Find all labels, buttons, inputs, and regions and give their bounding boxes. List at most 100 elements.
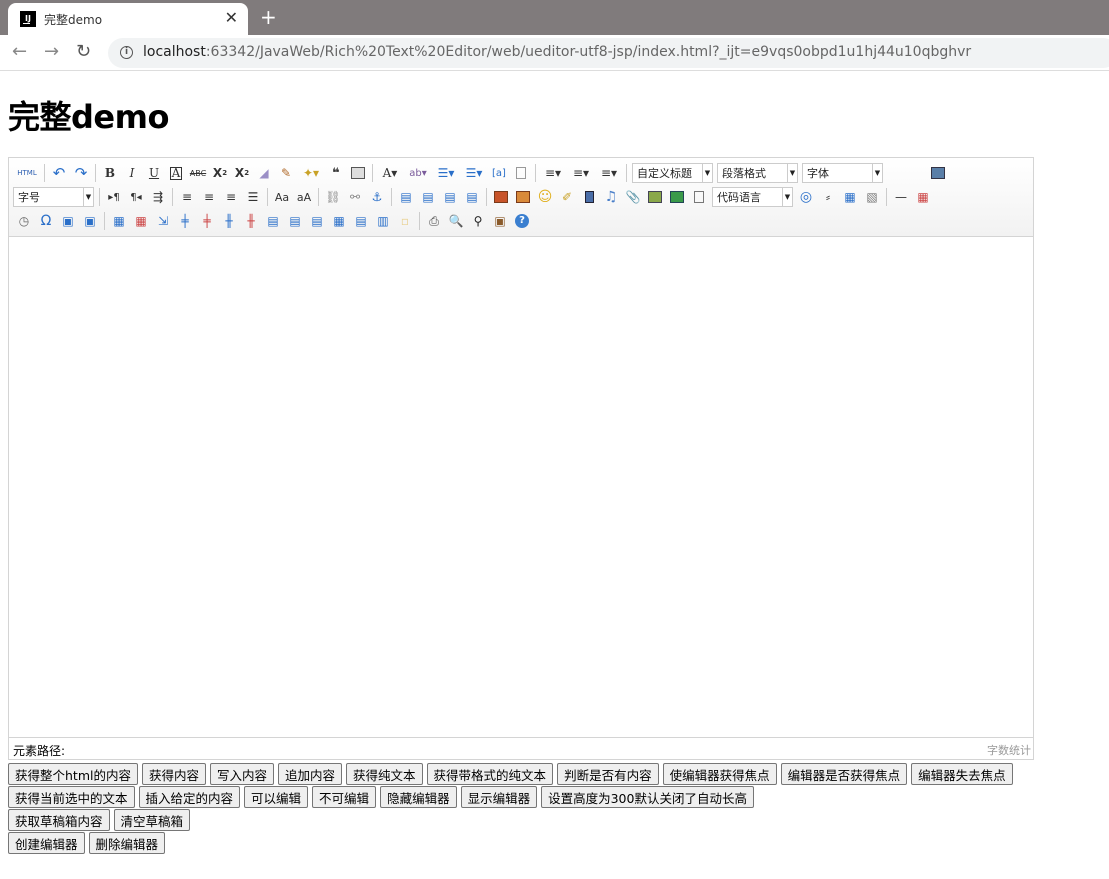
- italic-icon[interactable]: I: [121, 163, 143, 183]
- autotypeset-icon[interactable]: ✦▾: [297, 163, 325, 183]
- simple-upload-icon[interactable]: [490, 187, 512, 207]
- redo-icon[interactable]: ↷: [70, 163, 92, 183]
- justify-center-icon[interactable]: ≡: [198, 187, 220, 207]
- new-tab-icon[interactable]: +: [260, 5, 277, 29]
- blur-button[interactable]: 编辑器失去焦点: [911, 763, 1013, 785]
- horizontal-rule-icon[interactable]: —: [890, 187, 912, 207]
- split-to-rows-icon[interactable]: ▤: [350, 211, 372, 231]
- url-text[interactable]: localhost:63342/JavaWeb/Rich%20Text%20Ed…: [143, 44, 971, 60]
- paragraph-select[interactable]: 段落格式 ▼: [717, 163, 798, 183]
- merge-cells-icon[interactable]: ▤: [262, 211, 284, 231]
- date-icon[interactable]: ▦: [912, 187, 934, 207]
- delete-row-icon[interactable]: ╪: [196, 211, 218, 231]
- link-icon[interactable]: ⛓: [322, 187, 344, 207]
- enable-editor-button[interactable]: 可以编辑: [244, 786, 309, 808]
- clear-doc-icon[interactable]: [510, 163, 532, 183]
- justify-left-icon[interactable]: ≡: [176, 187, 198, 207]
- hide-editor-button[interactable]: 隐藏编辑器: [380, 786, 457, 808]
- scrawl-icon[interactable]: ✐: [556, 187, 578, 207]
- lineheight-icon[interactable]: ≡▾: [595, 163, 623, 183]
- unlink-icon[interactable]: ⚯: [344, 187, 366, 207]
- insert-image-icon[interactable]: [512, 187, 534, 207]
- create-editor-button[interactable]: 创建编辑器: [8, 832, 85, 854]
- touppercase-icon[interactable]: Aa: [271, 187, 293, 207]
- blockquote-icon[interactable]: ❝: [325, 163, 347, 183]
- merge-right-icon[interactable]: ▤: [284, 211, 306, 231]
- paste-plain-icon[interactable]: [347, 163, 369, 183]
- subscript-icon[interactable]: X2: [231, 163, 253, 183]
- set-height-button[interactable]: 设置高度为300默认关闭了自动长高: [541, 786, 754, 808]
- image-left-icon[interactable]: ▤: [417, 187, 439, 207]
- format-match-icon[interactable]: ✎: [275, 163, 297, 183]
- get-all-html-button[interactable]: 获得整个html的内容: [8, 763, 138, 785]
- ordered-list-icon[interactable]: ☰▾: [432, 163, 460, 183]
- gmap-icon[interactable]: [666, 187, 688, 207]
- print-icon[interactable]: ⎙: [423, 211, 445, 231]
- indent-icon[interactable]: ⇶: [147, 187, 169, 207]
- image-right-icon[interactable]: ▤: [439, 187, 461, 207]
- underline-icon[interactable]: U: [143, 163, 165, 183]
- custom-style-select[interactable]: 自定义标题 ▼: [632, 163, 713, 183]
- search-replace-icon[interactable]: ▣: [79, 211, 101, 231]
- unordered-list-icon[interactable]: ☰▾: [460, 163, 488, 183]
- backcolor-icon[interactable]: ab▾: [404, 163, 432, 183]
- close-tab-icon[interactable]: ✕: [225, 8, 238, 27]
- append-content-button[interactable]: 追加内容: [278, 763, 343, 785]
- charts-icon[interactable]: ▫: [394, 211, 416, 231]
- anchor-icon[interactable]: ⚓: [366, 187, 388, 207]
- strikethrough-icon[interactable]: ABC: [187, 163, 209, 183]
- merge-down-icon[interactable]: ▤: [306, 211, 328, 231]
- pagebreak-icon[interactable]: ⸗: [817, 187, 839, 207]
- browser-tab[interactable]: IJ 完整demo ✕: [8, 3, 248, 35]
- font-family-select[interactable]: 字体 ▼: [802, 163, 883, 183]
- forecolor-icon[interactable]: A▾: [376, 163, 404, 183]
- insert-row-icon[interactable]: ╪: [174, 211, 196, 231]
- webapp-icon[interactable]: ◎: [795, 187, 817, 207]
- rtl-icon[interactable]: ¶◂: [125, 187, 147, 207]
- background-icon[interactable]: ▧: [861, 187, 883, 207]
- split-to-cells-icon[interactable]: ▦: [328, 211, 350, 231]
- justify-right-icon[interactable]: ≡: [220, 187, 242, 207]
- insert-video-icon[interactable]: [578, 187, 600, 207]
- get-draft-button[interactable]: 获取草稿箱内容: [8, 809, 110, 831]
- get-plain-text-button[interactable]: 获得纯文本: [346, 763, 423, 785]
- attachment-icon[interactable]: 📎: [622, 187, 644, 207]
- fullscreen-icon[interactable]: [927, 163, 949, 183]
- delete-table-icon[interactable]: ▦: [130, 211, 152, 231]
- emotion-icon[interactable]: ☺: [534, 187, 556, 207]
- font-size-select[interactable]: 字号 ▼: [13, 187, 94, 207]
- tolowercase-icon[interactable]: aA: [293, 187, 315, 207]
- get-content-button[interactable]: 获得内容: [141, 763, 206, 785]
- split-to-cols-icon[interactable]: ▥: [372, 211, 394, 231]
- has-content-button[interactable]: 判断是否有内容: [557, 763, 659, 785]
- insert-col-icon[interactable]: ╫: [218, 211, 240, 231]
- get-formatted-plain-text-button[interactable]: 获得带格式的纯文本: [426, 763, 554, 785]
- wordimage-icon[interactable]: ▣: [57, 211, 79, 231]
- help-icon[interactable]: ?: [511, 211, 533, 231]
- font-border-icon[interactable]: A: [165, 163, 187, 183]
- insert-frame-icon[interactable]: [688, 187, 710, 207]
- ltr-icon[interactable]: ▸¶: [103, 187, 125, 207]
- address-bar[interactable]: i localhost:63342/JavaWeb/Rich%20Text%20…: [108, 38, 1109, 68]
- disable-editor-button[interactable]: 不可编辑: [312, 786, 377, 808]
- delete-col-icon[interactable]: ╫: [240, 211, 262, 231]
- superscript-icon[interactable]: X2: [209, 163, 231, 183]
- rowspacing-bottom-icon[interactable]: ≡▾: [567, 163, 595, 183]
- delete-editor-button[interactable]: 删除编辑器: [88, 832, 166, 854]
- forward-icon[interactable]: →: [44, 41, 59, 62]
- image-none-icon[interactable]: ▤: [395, 187, 417, 207]
- code-language-select[interactable]: 代码语言 ▼: [712, 187, 793, 207]
- insert-paragraph-before-table-icon[interactable]: ⇲: [152, 211, 174, 231]
- clear-draft-button[interactable]: 清空草稿箱: [113, 809, 191, 831]
- map-icon[interactable]: [644, 187, 666, 207]
- image-center-icon[interactable]: ▤: [461, 187, 483, 207]
- remove-format-icon[interactable]: ◢: [253, 163, 275, 183]
- set-focus-button[interactable]: 使编辑器获得焦点: [662, 763, 777, 785]
- is-focus-button[interactable]: 编辑器是否获得焦点: [780, 763, 908, 785]
- show-editor-button[interactable]: 显示编辑器: [460, 786, 538, 808]
- set-content-button[interactable]: 写入内容: [210, 763, 275, 785]
- bold-icon[interactable]: B: [99, 163, 121, 183]
- special-chars-icon[interactable]: Ω: [35, 211, 57, 231]
- justify-full-icon[interactable]: ☰: [242, 187, 264, 207]
- insert-html-button[interactable]: 插入给定的内容: [138, 786, 241, 808]
